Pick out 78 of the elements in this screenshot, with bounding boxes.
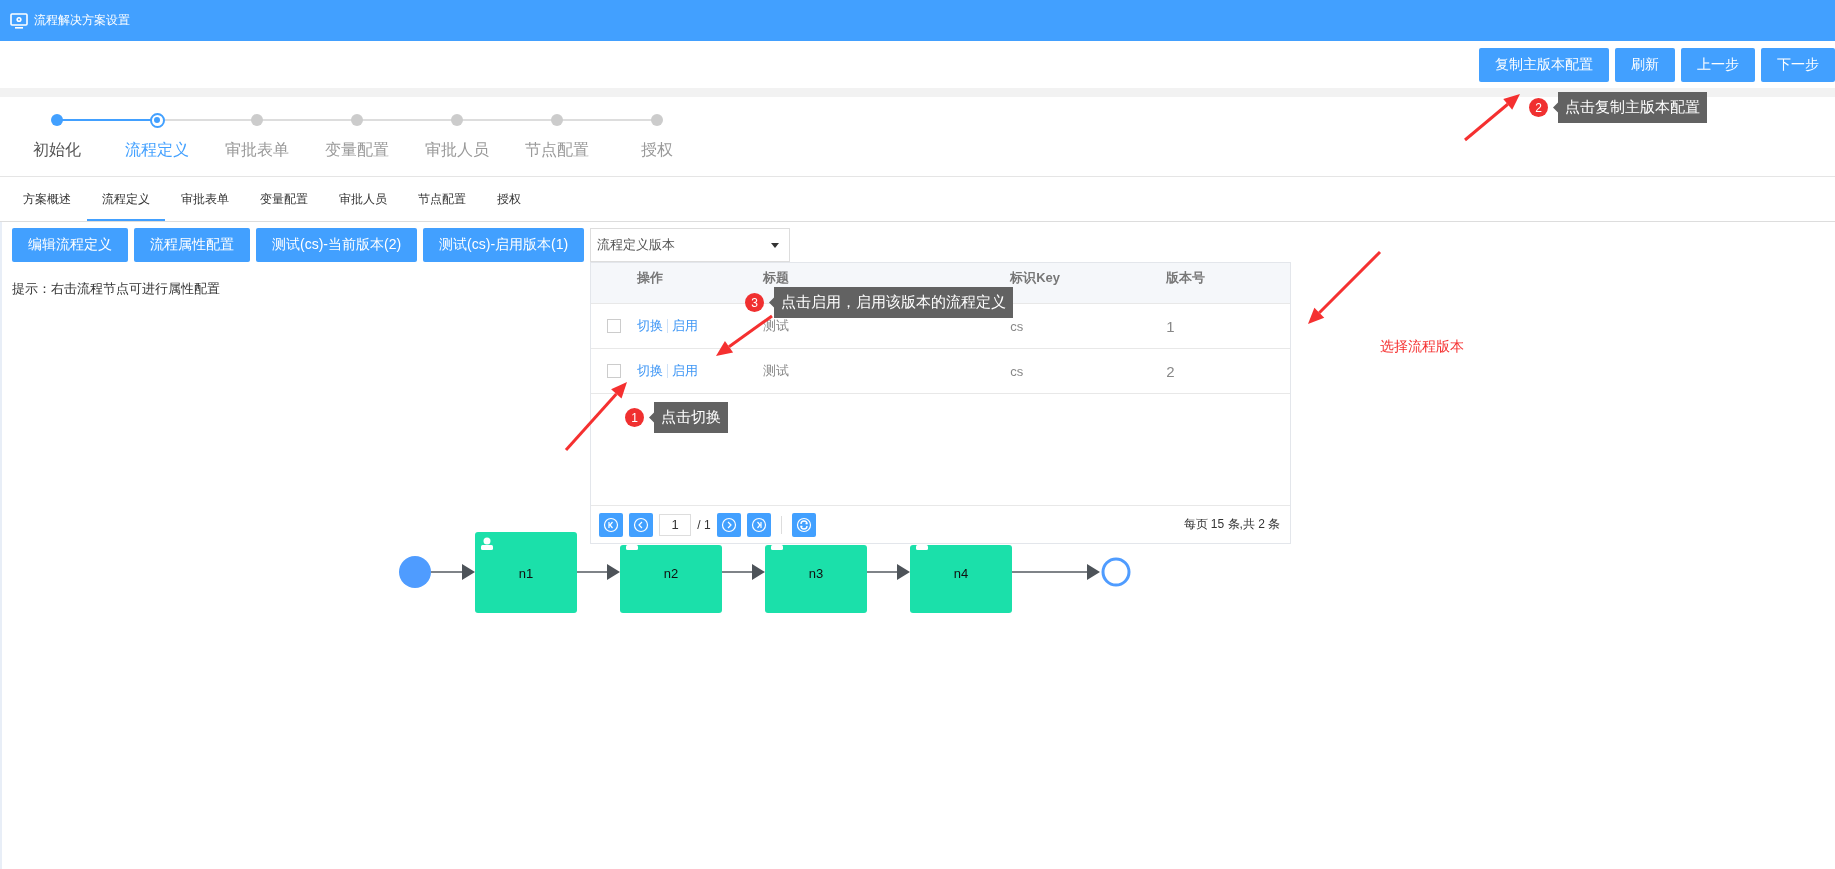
first-page-button[interactable] xyxy=(599,512,624,537)
column-header: 操作 xyxy=(637,269,665,287)
refresh-page-button[interactable] xyxy=(791,512,816,537)
first-icon xyxy=(603,516,620,533)
toolbar-button[interactable]: 测试(cs)-当前版本(2) xyxy=(256,228,418,262)
task-node[interactable] xyxy=(765,545,867,613)
step-label[interactable]: 授权 xyxy=(641,140,673,161)
step-label[interactable]: 初始化 xyxy=(33,140,81,161)
task-node[interactable] xyxy=(910,545,1012,613)
window-title: 流程解决方案设置 xyxy=(34,12,130,29)
caret-icon xyxy=(771,242,780,248)
person-icon xyxy=(481,537,493,550)
tab[interactable]: 方案概述 xyxy=(8,189,86,221)
callout-tooltip: 点击启用，启用该版本的流程定义 xyxy=(769,287,1013,318)
node-label: n2 xyxy=(663,566,679,581)
step-label[interactable]: 变量配置 xyxy=(325,140,389,161)
page-input[interactable]: 1 xyxy=(659,513,692,536)
hint-text: 提示：右击流程节点可进行属性配置 xyxy=(12,280,220,298)
node-label: n4 xyxy=(953,566,969,581)
node-label: n3 xyxy=(808,566,824,581)
tab[interactable]: 流程定义 xyxy=(87,189,165,221)
tab[interactable]: 审批表单 xyxy=(166,189,244,221)
monitor-icon xyxy=(10,12,28,29)
step-label[interactable]: 审批表单 xyxy=(225,140,289,161)
page-count: / 1 xyxy=(697,517,711,532)
table-cell-text: cs xyxy=(1010,318,1025,334)
flow-arrow xyxy=(430,564,475,580)
flow-arrow xyxy=(576,564,620,580)
pager-summary: 每页 15 条,共 2 条 xyxy=(1183,516,1281,533)
column-header: 标题 xyxy=(763,269,791,287)
table-cell-text: 1 xyxy=(1166,317,1176,335)
table-cell-text: 2 xyxy=(1166,362,1176,380)
row-checkbox[interactable] xyxy=(607,319,622,333)
next-icon xyxy=(720,516,737,533)
toolbar-button[interactable]: 流程属性配置 xyxy=(134,228,250,262)
node-label: n1 xyxy=(518,566,534,581)
tab[interactable]: 授权 xyxy=(482,189,536,221)
table-cell-text: 测试 xyxy=(763,317,791,335)
step-label[interactable]: 流程定义 xyxy=(125,140,189,161)
flow-arrow xyxy=(721,564,765,580)
tab[interactable]: 节点配置 xyxy=(403,189,481,221)
task-node[interactable] xyxy=(620,545,722,613)
annotation-arrow xyxy=(1464,94,1520,142)
header-button[interactable]: 上一步 xyxy=(1681,47,1755,82)
annotation-arrow xyxy=(564,382,627,451)
step-label[interactable]: 节点配置 xyxy=(525,140,589,161)
action-link[interactable]: 启用 xyxy=(672,362,699,380)
callout-tooltip: 点击复制主版本配置 xyxy=(1553,92,1707,123)
column-header: 版本号 xyxy=(1166,269,1207,287)
previous-page-button[interactable] xyxy=(629,512,654,537)
next-page-button[interactable] xyxy=(716,512,741,537)
task-node[interactable] xyxy=(475,532,577,613)
column-header: 标识Key xyxy=(1010,269,1062,287)
action-link[interactable]: 启用 xyxy=(672,317,699,335)
last-page-button[interactable] xyxy=(746,512,771,537)
row-checkbox[interactable] xyxy=(607,364,622,378)
start-event[interactable] xyxy=(399,556,431,588)
annotation-note: 选择流程版本 xyxy=(1380,338,1464,356)
action-link[interactable]: 切换 xyxy=(637,362,664,380)
table-cell-text: 测试 xyxy=(763,362,791,380)
header-button[interactable]: 下一步 xyxy=(1761,47,1835,82)
tab[interactable]: 变量配置 xyxy=(245,189,323,221)
action-link[interactable]: 切换 xyxy=(637,317,664,335)
end-event[interactable] xyxy=(1101,557,1131,587)
tab[interactable]: 审批人员 xyxy=(324,189,402,221)
header-button[interactable]: 复制主版本配置 xyxy=(1479,47,1609,82)
refresh-icon xyxy=(795,516,812,533)
toolbar-button[interactable]: 编辑流程定义 xyxy=(12,228,128,262)
step-label[interactable]: 审批人员 xyxy=(425,140,489,161)
version-dropdown[interactable]: 流程定义版本 xyxy=(590,228,791,262)
callout-tooltip: 点击切换 xyxy=(649,402,728,433)
previous-icon xyxy=(633,516,650,533)
flow-arrow xyxy=(866,564,910,580)
toolbar-button[interactable]: 测试(cs)-启用版本(1) xyxy=(423,228,585,262)
step-badge: 2 xyxy=(1529,98,1548,117)
table-cell-text: cs xyxy=(1010,363,1025,379)
last-icon xyxy=(750,516,767,533)
header-button[interactable]: 刷新 xyxy=(1615,47,1675,82)
